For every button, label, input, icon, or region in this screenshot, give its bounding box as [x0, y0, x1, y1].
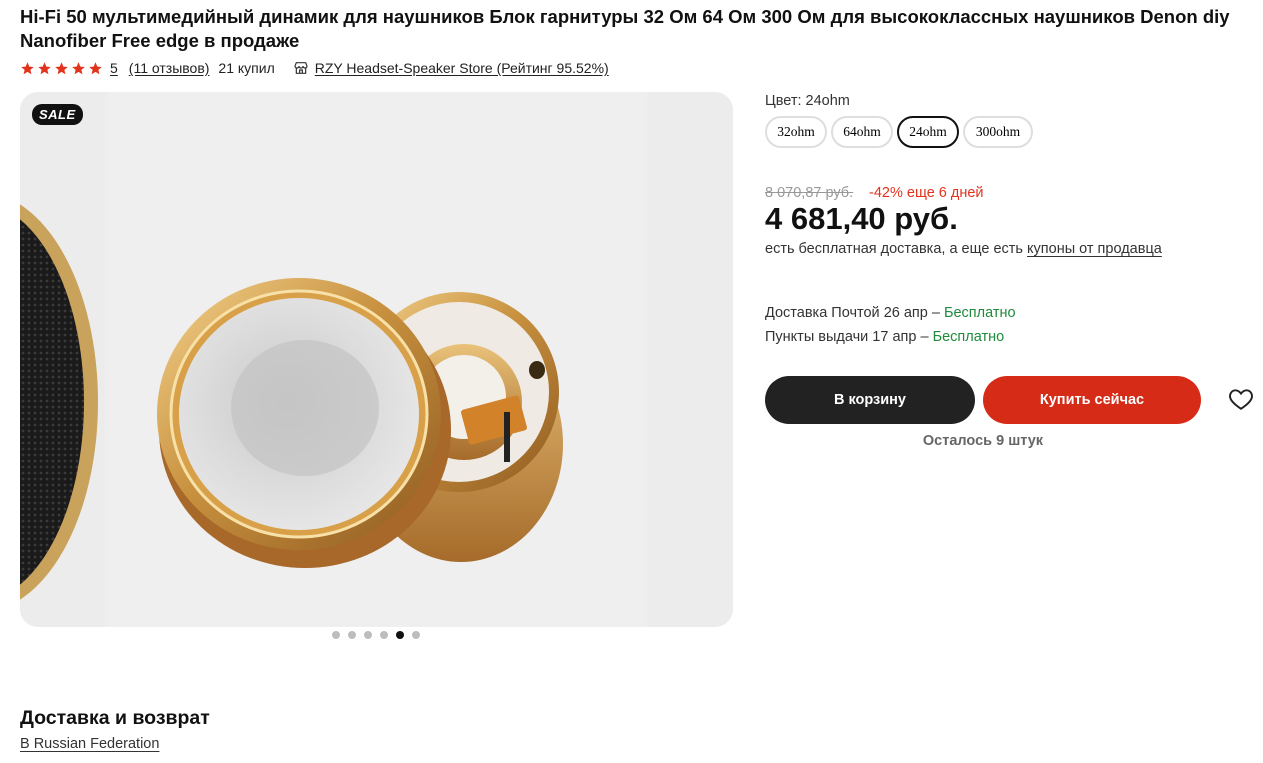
shipping-text: есть бесплатная доставка, а еще есть [765, 241, 1023, 257]
reviews-link[interactable]: (11 отзывов) [129, 60, 210, 76]
buy-now-button[interactable]: Купить сейчас [983, 376, 1201, 424]
speaker-driver-image [157, 278, 563, 568]
coupons-link[interactable]: купоны от продавца [1027, 241, 1162, 257]
variant-300ohm[interactable]: 300ohm [963, 116, 1033, 148]
stock-info: Осталось 9 штук [765, 433, 1263, 449]
store-link[interactable]: RZY Headset-Speaker Store (Рейтинг 95.52… [315, 60, 609, 76]
delivery-post: Доставка Почтой 26 апр – Бесплатно [765, 305, 1016, 321]
old-price: 8 070,87 руб. [765, 185, 854, 201]
product-title: Hi-Fi 50 мультимедийный динамик для науш… [20, 6, 1230, 51]
product-gallery[interactable]: SALE [20, 92, 733, 627]
product-meta: 5 (11 отзывов) 21 купил RZY Headset-Spea… [20, 58, 609, 78]
region-link[interactable]: В Russian Federation [20, 736, 159, 752]
delivery-post-text: Доставка Почтой 26 апр – [765, 305, 944, 321]
delivery-pickup-free: Бесплатно [932, 329, 1005, 345]
variant-options: 32ohm 64ohm 24ohm 300ohm [765, 116, 1033, 148]
delivery-pickup-text: Пункты выдачи 17 апр – [765, 329, 933, 345]
rating-stars [20, 61, 103, 76]
star-icon [21, 61, 34, 74]
gallery-pagination [332, 631, 420, 639]
variant-label: Цвет: 24ohm [765, 93, 850, 109]
rating-value[interactable]: 5 [110, 60, 118, 76]
star-icon [89, 61, 102, 74]
bought-count: 21 купил [218, 60, 275, 76]
variant-24ohm[interactable]: 24ohm [897, 116, 959, 148]
gallery-main-image[interactable] [109, 92, 644, 627]
pagination-dot-active[interactable] [396, 631, 404, 639]
stock-text: Осталось 9 штук [922, 433, 1044, 449]
pagination-dot[interactable] [364, 631, 372, 639]
delivery-post-free: Бесплатно [943, 305, 1016, 321]
pagination-dot[interactable] [380, 631, 388, 639]
gallery-next-slide[interactable] [648, 92, 733, 627]
pagination-dot[interactable] [348, 631, 356, 639]
variant-64ohm[interactable]: 64ohm [831, 116, 893, 148]
gallery-prev-slide[interactable] [20, 92, 105, 627]
current-price: 4 681,40 руб. [765, 201, 958, 236]
shipping-note: есть бесплатная доставка, а еще есть куп… [765, 241, 1162, 257]
store-icon [293, 60, 309, 76]
pagination-dot[interactable] [332, 631, 340, 639]
pagination-dot[interactable] [412, 631, 420, 639]
star-icon [55, 61, 68, 74]
star-icon [38, 61, 51, 74]
sale-badge: SALE [32, 104, 83, 125]
delivery-pickup: Пункты выдачи 17 апр – Бесплатно [765, 329, 1004, 345]
variant-32ohm[interactable]: 32ohm [765, 116, 827, 148]
wishlist-heart-icon[interactable] [1228, 387, 1254, 416]
delivery-return-heading: Доставка и возврат [20, 707, 210, 729]
headphone-mesh-image [20, 204, 98, 600]
discount-badge: -42% еще 6 дней [869, 185, 984, 201]
add-to-cart-button[interactable]: В корзину [765, 376, 975, 424]
star-icon [72, 61, 85, 74]
